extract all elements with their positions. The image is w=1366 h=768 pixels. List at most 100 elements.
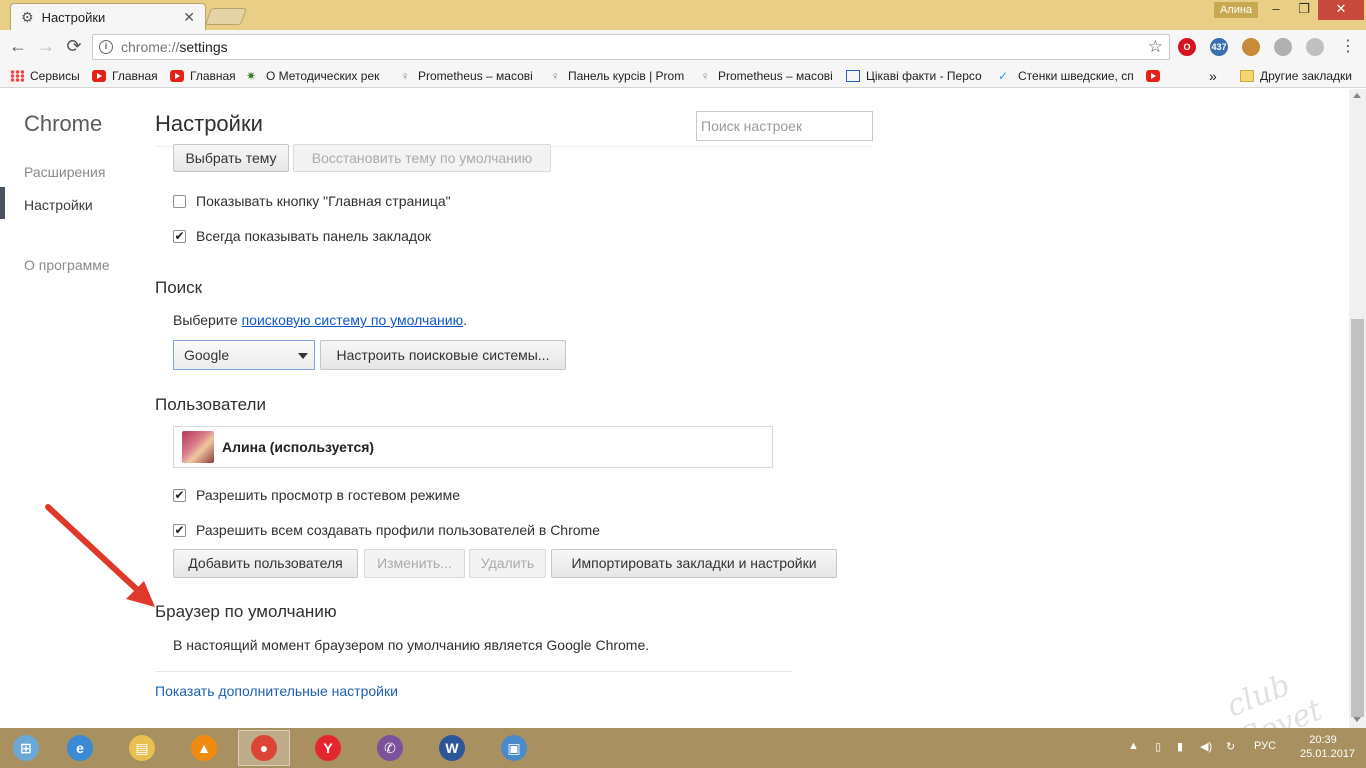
lightbulb-icon: ♀ <box>700 69 710 83</box>
bookmark-label: Prometheus – масові <box>718 69 833 83</box>
import-bookmarks-button[interactable]: Импортировать закладки и настройки <box>551 549 837 578</box>
settings-search-input[interactable] <box>696 111 873 141</box>
tab-settings[interactable]: ⚙ Настройки ✕ <box>10 3 206 31</box>
bookmark-item[interactable]: Цікаві факти - Персо <box>846 67 986 85</box>
volume-icon[interactable]: ◀) <box>1200 740 1212 753</box>
taskbar-item-viber[interactable]: ✆ <box>364 730 416 766</box>
bookmark-item[interactable]: ♀ Панель курсів | Prom <box>548 67 688 85</box>
maximize-button[interactable]: ❐ <box>1290 0 1318 20</box>
allow-profiles-option[interactable]: ✔ Разрешить всем создавать профили польз… <box>173 522 600 538</box>
bookmark-item[interactable]: ♀ Prometheus – масові <box>398 67 538 85</box>
bookmark-label: О Методических рек <box>266 69 380 83</box>
bookmarks-bar: Сервисы Главная Главная ✷ О Методических рек… <box>0 64 1366 88</box>
search-engine-select[interactable]: Google <box>173 340 315 370</box>
bookmark-item[interactable]: Главная <box>170 67 238 85</box>
taskbar-item-file-explorer[interactable]: ▤ <box>116 730 168 766</box>
scroll-down-icon[interactable] <box>1353 717 1361 722</box>
edit-user-button[interactable]: Изменить... <box>364 549 465 578</box>
tray-expand-icon[interactable]: ▲ <box>1128 740 1139 752</box>
battery-icon[interactable]: ▯ <box>1155 740 1161 753</box>
taskbar-item-chrome[interactable]: ● <box>238 730 290 766</box>
other-bookmarks[interactable]: Другие закладки <box>1240 67 1352 85</box>
hand-icon[interactable] <box>1274 38 1292 56</box>
youtube-icon <box>92 70 106 82</box>
sidebar-item-settings[interactable]: Настройки <box>24 197 93 213</box>
add-user-button[interactable]: Добавить пользователя <box>173 549 358 578</box>
show-home-option[interactable]: Показывать кнопку "Главная страница" <box>173 193 451 209</box>
clock-date: 25.01.2017 <box>1300 748 1356 760</box>
minimize-button[interactable]: – <box>1262 0 1290 20</box>
avatar <box>182 431 214 463</box>
bookmark-item[interactable]: ✷ О Методических рек <box>246 67 386 85</box>
chevron-down-icon <box>298 353 308 359</box>
delete-user-button[interactable]: Удалить <box>469 549 546 578</box>
default-search-engine-link[interactable]: поисковую систему по умолчанию <box>242 312 464 328</box>
gear-icon: ✷ <box>246 69 257 83</box>
url-path: settings <box>179 39 228 55</box>
taskbar-item-windows-start[interactable]: ⊞ <box>0 730 52 766</box>
clock[interactable]: 20:39 25.01.2017 <box>1300 733 1356 761</box>
language-indicator[interactable]: РУС <box>1254 740 1276 752</box>
cookie-icon[interactable] <box>1242 38 1260 56</box>
close-button[interactable]: ✕ <box>1318 0 1364 20</box>
opera-icon[interactable]: O <box>1178 38 1196 56</box>
allow-profiles-label: Разрешить всем создавать профили пользов… <box>196 522 600 538</box>
lightbulb-icon: ♀ <box>400 69 410 83</box>
search-description: Выберите поисковую систему по умолчанию. <box>173 312 467 328</box>
guest-mode-checkbox[interactable]: ✔ <box>173 488 186 502</box>
scroll-up-icon[interactable] <box>1353 93 1361 98</box>
youtube-icon <box>170 70 184 82</box>
show-home-checkbox[interactable] <box>173 194 186 208</box>
yandex-browser-icon: Y <box>315 735 341 761</box>
viber-icon: ✆ <box>377 735 403 761</box>
profile-badge[interactable]: Алина <box>1214 2 1258 18</box>
taskbar-item-word[interactable]: W <box>426 730 478 766</box>
youtube-icon <box>1146 70 1160 82</box>
reset-theme-button[interactable]: Восстановить тему по умолчанию <box>293 144 551 172</box>
bookmark-star-icon[interactable]: ☆ <box>1148 37 1163 57</box>
sidebar-brand: Chrome <box>24 111 103 136</box>
sidebar-item-about[interactable]: О программе <box>24 257 110 273</box>
default-browser-title: Браузер по умолчанию <box>155 602 337 621</box>
cloud-icon[interactable] <box>1306 38 1324 56</box>
info-icon[interactable]: i <box>99 40 113 54</box>
allow-profiles-checkbox[interactable]: ✔ <box>173 523 186 537</box>
search-prefix: Выберите <box>173 312 242 328</box>
network-icon[interactable]: ▮ <box>1177 740 1183 753</box>
taskbar-item-photos[interactable]: ▣ <box>488 730 540 766</box>
taskbar-item-yandex-browser[interactable]: Y <box>302 730 354 766</box>
file-explorer-icon: ▤ <box>129 735 155 761</box>
show-bookmarks-option[interactable]: ✔ Всегда показывать панель закладок <box>173 228 431 244</box>
manage-search-engines-button[interactable]: Настроить поисковые системы... <box>320 340 566 370</box>
new-tab-button[interactable] <box>204 8 248 25</box>
bookmark-item[interactable] <box>1146 67 1166 85</box>
page-title: Настройки <box>155 111 263 136</box>
bookmark-label: Цікаві факти - Персо <box>866 69 982 83</box>
bookmarks-overflow-button[interactable]: » <box>1209 67 1217 85</box>
settings-page: Chrome Расширения Настройки О программе … <box>0 89 1366 757</box>
mail-extension-icon[interactable]: 437 <box>1210 38 1228 56</box>
users-section-title: Пользователи <box>155 395 266 414</box>
bookmark-item[interactable]: Сервисы <box>10 67 86 85</box>
chrome-icon: ● <box>251 735 277 761</box>
tab-close-icon[interactable]: ✕ <box>183 9 195 26</box>
sidebar-item-extensions[interactable]: Расширения <box>24 164 105 180</box>
address-bar[interactable]: i chrome:// settings ☆ <box>92 34 1170 60</box>
show-bookmarks-checkbox[interactable]: ✔ <box>173 229 186 243</box>
taskbar-item-internet-explorer[interactable]: e <box>54 730 106 766</box>
reload-button[interactable]: ⟳ <box>63 36 85 58</box>
bookmark-item[interactable]: ✓ Стенки шведские, сп <box>998 67 1138 85</box>
bookmark-item[interactable]: Главная <box>92 67 164 85</box>
taskbar-item-vlc[interactable]: ▲ <box>178 730 230 766</box>
back-button[interactable]: ← <box>7 36 29 58</box>
forward-button[interactable]: → <box>35 36 57 58</box>
menu-icon[interactable]: ⋮ <box>1340 38 1356 56</box>
folder-icon <box>1240 70 1254 82</box>
guest-mode-option[interactable]: ✔ Разрешить просмотр в гостевом режиме <box>173 487 460 503</box>
section-divider <box>155 671 793 672</box>
show-advanced-settings-link[interactable]: Показать дополнительные настройки <box>155 683 398 699</box>
user-profile-item[interactable]: Алина (используется) <box>173 426 773 468</box>
sync-icon[interactable]: ↻ <box>1226 740 1235 753</box>
choose-theme-button[interactable]: Выбрать тему <box>173 144 289 172</box>
bookmark-item[interactable]: ♀ Prometheus – масові <box>698 67 838 85</box>
